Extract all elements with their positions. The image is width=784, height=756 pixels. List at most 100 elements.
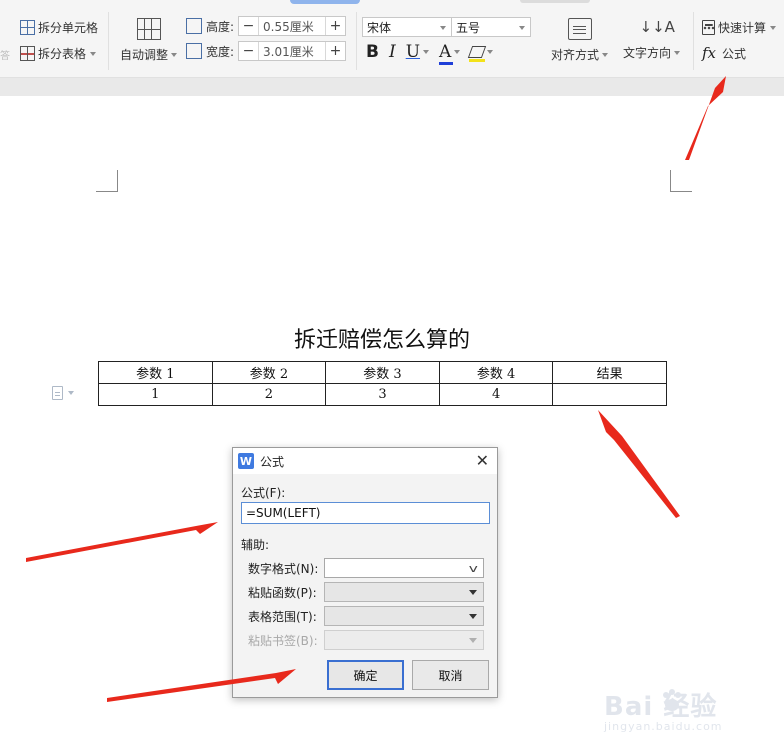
document-title[interactable]: 拆迁赔偿怎么算的 [98,322,666,354]
formula-label: 公式 [722,46,747,61]
formula-button[interactable]: fx 公式 [702,44,746,62]
alignment-button[interactable]: 对齐方式 [551,18,609,63]
table-cell[interactable]: 1 [98,383,213,406]
dropdown-arrow-icon [469,638,477,643]
paste-bookmark-label: 粘贴书签(B): [248,633,318,648]
baidu-watermark: Bai 经验 jingyan.baidu.com [604,686,774,746]
split-cell-icon [20,20,35,35]
quick-calc-dropdown-icon [770,25,777,30]
row-height-spinner: − 0.55厘米 + [238,16,347,36]
ribbon-toolbar: 答 拆分单元格 拆分表格 自动调整 高度: − 0.55厘米 + 宽度: − 3… [0,0,784,78]
close-icon[interactable]: ✕ [476,452,489,470]
row-height-input[interactable]: 0.55厘米 [259,17,325,35]
number-format-label: 数字格式(N): [248,561,319,576]
partial-label-text: 答 [0,51,10,62]
quick-calc-label: 快速计算 [718,21,767,35]
table-header-cell[interactable]: 参数 2 [211,361,327,384]
table-range-select[interactable] [324,606,484,626]
font-name-value: 宋体 [367,20,392,35]
format-buttons: B I U A [366,42,494,65]
split-table-button[interactable]: 拆分表格 [20,45,97,62]
table-row: 1 2 3 4 [98,383,667,406]
ribbon-separator [693,12,694,70]
quick-calc-button[interactable]: 快速计算 [702,19,777,36]
column-width-control: 宽度: − 3.01厘米 + [186,41,347,61]
ribbon-separator [356,12,357,70]
page-margin-corner-right [670,170,692,192]
dropdown-arrow-icon [469,614,477,619]
italic-button[interactable]: I [389,42,396,62]
column-width-input[interactable]: 3.01厘米 [259,42,325,60]
auto-fit-button[interactable]: 自动调整 [120,18,178,63]
table-cell[interactable]: 4 [438,383,554,406]
font-name-select[interactable]: 宋体 [362,17,452,37]
alignment-label: 对齐方式 [551,48,600,62]
column-width-spinner: − 3.01厘米 + [238,41,347,61]
table-cell[interactable]: 2 [211,383,327,406]
row-height-control: 高度: − 0.55厘米 + [186,16,347,36]
document-table: 参数 1 参数 2 参数 3 参数 4 结果 1 2 3 4 [98,361,667,406]
column-width-label: 宽度: [206,44,235,59]
column-width-decrease-button[interactable]: − [239,42,260,60]
ribbon-separator [108,12,109,70]
table-header-cell[interactable]: 结果 [552,361,667,384]
font-color-button[interactable]: A [439,42,461,65]
underline-button[interactable]: U [406,42,430,62]
table-tool-handle[interactable] [52,386,74,400]
column-width-increase-button[interactable]: + [325,42,345,60]
table-header-cell[interactable]: 参数 4 [438,361,554,384]
row-height-decrease-button[interactable]: − [239,17,260,35]
underline-dropdown-icon [423,50,430,54]
result-cell[interactable] [552,383,667,406]
formula-label: 公式(F): [241,486,286,500]
alignment-dropdown-icon [602,52,609,57]
wps-app-icon: W [238,453,254,469]
active-tab-indicator[interactable] [290,0,360,4]
text-direction-icon: ↓↓A [639,18,675,36]
table-range-row: 表格范围(T): [248,606,484,626]
cancel-button[interactable]: 取消 [412,660,489,690]
auto-fit-icon [136,18,161,40]
auto-fit-label: 自动调整 [120,48,169,62]
formula-dialog: W 公式 ✕ 公式(F): =SUM(LEFT) 辅助: 数字格式(N): v … [232,447,498,698]
paste-function-select[interactable] [324,582,484,602]
formula-input[interactable]: =SUM(LEFT) [241,502,490,524]
table-header-cell[interactable]: 参数 3 [325,361,440,384]
row-height-icon [186,18,202,34]
number-format-row: 数字格式(N): v [248,558,484,578]
arrow-to-formula-input [26,522,218,562]
highlight-pen-icon [468,46,487,58]
alignment-icon [567,18,592,40]
paste-bookmark-row: 粘贴书签(B): [248,630,484,650]
font-color-letter: A [439,42,452,62]
document-icon [52,386,63,400]
number-format-select[interactable]: v [324,558,484,578]
table-header-cell[interactable]: 参数 1 [98,361,213,384]
arrow-to-result-cell [598,410,680,518]
text-direction-label: 文字方向 [623,46,672,60]
column-width-icon [186,43,202,59]
split-cell-label: 拆分单元格 [38,21,99,35]
table-cell[interactable]: 3 [325,383,440,406]
split-table-icon [20,46,35,61]
dialog-title-bar[interactable]: W 公式 ✕ [233,448,497,474]
highlight-color-swatch [469,59,486,62]
text-direction-button[interactable]: ↓↓A 文字方向 [623,16,681,61]
row-height-increase-button[interactable]: + [325,17,345,35]
highlight-button[interactable] [468,46,494,62]
chevron-down-icon [68,391,74,395]
bold-button[interactable]: B [366,42,379,62]
watermark-url: jingyan.baidu.com [604,720,723,733]
table-row: 参数 1 参数 2 参数 3 参数 4 结果 [98,361,667,384]
split-table-label: 拆分表格 [38,47,87,61]
font-color-dropdown-icon [454,50,461,54]
paw-icon [663,689,681,711]
split-cell-button[interactable]: 拆分单元格 [20,19,98,36]
font-size-select[interactable]: 五号 [451,17,531,37]
fx-icon: fx [702,44,717,62]
ok-button[interactable]: 确定 [327,660,404,690]
paste-function-label: 粘贴函数(P): [248,585,317,600]
dropdown-arrow-icon [469,590,477,595]
partial-label-left: 答 [0,47,10,62]
search-tab-edge [520,0,590,3]
